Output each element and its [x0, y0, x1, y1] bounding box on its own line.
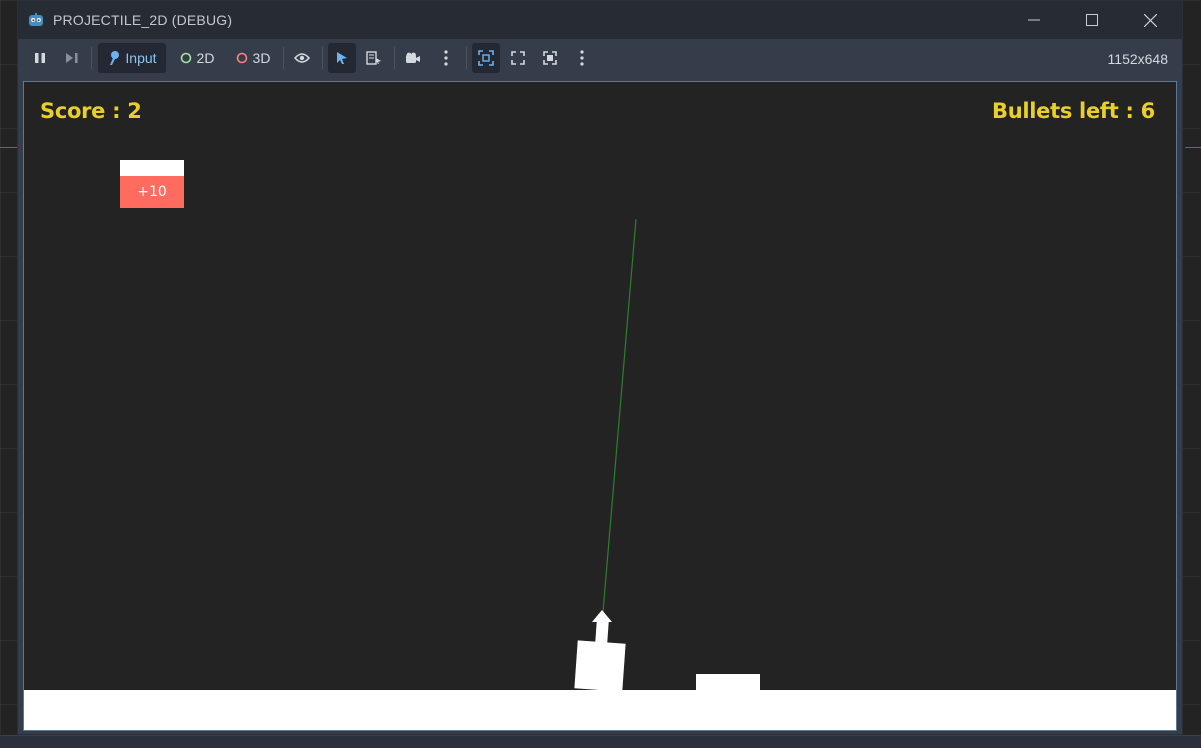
close-button[interactable] — [1127, 1, 1173, 39]
godot-app-icon — [29, 13, 43, 26]
ground-block — [696, 674, 760, 690]
target-points-label: +10 — [120, 176, 184, 208]
2d-node-icon — [180, 52, 191, 64]
maximize-button[interactable] — [1069, 1, 1115, 39]
next-frame-button[interactable] — [58, 43, 86, 73]
minimize-button[interactable] — [1011, 1, 1057, 39]
ground — [24, 690, 1176, 730]
select-mode-button[interactable] — [328, 43, 356, 73]
editor-guide-line — [1185, 147, 1201, 148]
window-options-button[interactable] — [568, 43, 596, 73]
camera-options-button[interactable] — [432, 43, 460, 73]
game-viewport[interactable]: Score : 2 Bullets left : 6 +10 — [23, 81, 1177, 731]
window-title: PROJECTILE_2D (DEBUG) — [53, 12, 233, 28]
game-toolbar: Input 2D 3D 1152x648 — [18, 39, 1182, 79]
toolbar-separator — [322, 47, 323, 69]
toolbar-separator — [466, 47, 467, 69]
input-label: Input — [125, 50, 157, 66]
resolution-label: 1152x648 — [1107, 51, 1168, 67]
list-select-button[interactable] — [360, 43, 388, 73]
visibility-button[interactable] — [288, 43, 316, 73]
camera-icon — [406, 52, 420, 63]
minimize-icon — [1028, 19, 1040, 21]
fullscreen-button[interactable] — [504, 43, 532, 73]
expand-button[interactable] — [536, 43, 564, 73]
3d-node-icon — [236, 52, 247, 64]
expand-icon — [543, 51, 557, 65]
pause-button[interactable] — [26, 43, 54, 73]
camera-override-button[interactable] — [399, 43, 427, 73]
next-frame-icon — [66, 53, 78, 63]
2d-label: 2D — [196, 50, 215, 66]
embed-window-icon — [478, 50, 494, 66]
target-top-bar — [120, 160, 184, 176]
projectile — [592, 610, 612, 622]
cannon-base — [574, 640, 626, 692]
input-toggle-button[interactable]: Input — [98, 43, 166, 73]
kebab-menu-icon — [444, 50, 448, 66]
maximize-icon — [1086, 14, 1098, 26]
pause-icon — [35, 53, 45, 63]
list-select-icon — [366, 51, 381, 65]
cannon-barrel — [595, 619, 609, 645]
3d-toggle-button[interactable]: 3D — [228, 43, 278, 73]
bonus-target: +10 — [120, 160, 184, 208]
embed-window-button[interactable] — [472, 43, 500, 73]
joystick-icon — [110, 51, 120, 65]
score-label: Score : 2 — [40, 99, 142, 123]
editor-bottom-strip — [0, 735, 1201, 748]
editor-guide-line — [0, 147, 18, 148]
toolbar-separator — [283, 47, 284, 69]
eye-icon — [294, 53, 310, 63]
title-bar[interactable]: PROJECTILE_2D (DEBUG) — [18, 1, 1182, 39]
toolbar-separator — [394, 47, 395, 69]
toolbar-separator — [91, 47, 92, 69]
3d-label: 3D — [252, 50, 271, 66]
arrow-cursor-icon — [337, 52, 347, 64]
2d-toggle-button[interactable]: 2D — [172, 43, 222, 73]
close-icon — [1143, 13, 1157, 27]
bullets-left-label: Bullets left : 6 — [992, 99, 1155, 123]
fullscreen-icon — [511, 51, 525, 65]
game-window: PROJECTILE_2D (DEBUG) Input 2D 3D 1152x6… — [17, 0, 1183, 735]
kebab-menu-icon — [580, 50, 584, 66]
